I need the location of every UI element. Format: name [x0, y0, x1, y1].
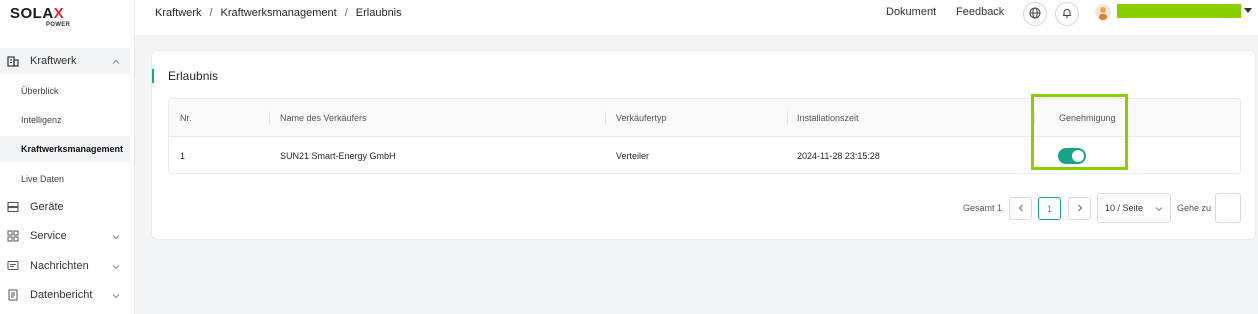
- cell-seller-type: Verteiler: [616, 150, 650, 161]
- sidebar-item-datenbericht[interactable]: Datenbericht: [0, 282, 130, 308]
- cell-seller-name: SUN21 Smart-Energy GmbH: [280, 150, 396, 161]
- goto-page-input[interactable]: [1215, 193, 1241, 223]
- chevron-down-icon: [112, 262, 120, 270]
- grid-icon: [7, 230, 19, 242]
- column-divider: [605, 111, 606, 125]
- chevron-down-icon: [1155, 205, 1163, 215]
- toggle-knob: [1072, 149, 1084, 162]
- pagination-page-1[interactable]: 1: [1038, 197, 1061, 220]
- card-title: Erlaubnis: [152, 69, 218, 83]
- breadcrumb-item[interactable]: Kraftwerksmanagement: [221, 7, 337, 19]
- globe-icon: [1029, 7, 1041, 22]
- feedback-link[interactable]: Feedback: [956, 6, 1004, 18]
- sidebar-item-geraete[interactable]: Geräte: [0, 194, 130, 220]
- chevron-down-icon: [112, 232, 120, 240]
- logo-x: X: [53, 5, 65, 22]
- sidebar-subitem-label: Kraftwerksmanagement: [21, 144, 124, 154]
- pagination-next-button[interactable]: [1068, 197, 1091, 220]
- breadcrumb-separator: /: [209, 7, 213, 19]
- column-header-approval: Genehmigung: [1059, 113, 1116, 123]
- pagination-prev-button[interactable]: [1009, 197, 1032, 220]
- column-divider: [1034, 111, 1035, 125]
- breadcrumb-item[interactable]: Kraftwerk: [155, 7, 201, 19]
- cell-nr: 1: [180, 150, 186, 161]
- sidebar-subitem-intelligenz[interactable]: Intelligenz: [0, 107, 130, 133]
- building-icon: [7, 55, 19, 67]
- chevron-down-icon: [112, 291, 120, 299]
- breadcrumb-current: Erlaubnis: [355, 7, 402, 19]
- avatar[interactable]: [1095, 4, 1111, 20]
- page-size-value: 10 / Seite: [1105, 203, 1144, 213]
- column-divider: [269, 111, 270, 125]
- breadcrumb-separator: /: [344, 7, 348, 19]
- sidebar-subitem-label: Intelligenz: [21, 115, 62, 125]
- page-title: Erlaubnis: [168, 69, 219, 83]
- message-icon: [7, 260, 19, 272]
- chevron-right-icon: [1076, 204, 1084, 214]
- column-header-name: Name des Verkäufers: [280, 113, 367, 123]
- sidebar: SOLAX POWER Kraftwerk Überblick Intellig…: [0, 0, 135, 314]
- sidebar-item-label: Service: [30, 230, 67, 242]
- chevron-left-icon: [1017, 204, 1025, 214]
- bell-icon: [1061, 7, 1073, 22]
- cell-install-time: 2024-11-28 23:15:28: [797, 150, 880, 161]
- sidebar-item-label: Datenbericht: [30, 289, 93, 301]
- sidebar-item-kraftwerk[interactable]: Kraftwerk: [0, 48, 130, 74]
- table-header: Nr. Name des Verkäufers Verkäufertyp Ins…: [169, 99, 1240, 137]
- sidebar-subitem-ueberblick[interactable]: Überblick: [0, 78, 130, 104]
- page-size-select[interactable]: 10 / Seite: [1097, 193, 1171, 223]
- logo-subtitle: POWER: [46, 22, 71, 28]
- column-divider: [787, 111, 788, 125]
- sidebar-item-nachrichten[interactable]: Nachrichten: [0, 253, 130, 279]
- column-header-time: Installationszeit: [797, 113, 859, 123]
- cell-approval: [1058, 137, 1086, 173]
- solax-logo[interactable]: SOLAX POWER: [10, 6, 90, 32]
- approval-toggle[interactable]: [1058, 147, 1086, 164]
- chevron-up-icon: [112, 57, 120, 65]
- goto-label: Gehe zu: [1177, 203, 1212, 213]
- sidebar-item-label: Geräte: [30, 201, 64, 213]
- sidebar-subitem-label: Live Daten: [21, 174, 65, 184]
- notifications-button[interactable]: [1055, 2, 1079, 26]
- logo-text: SOLA: [10, 5, 54, 22]
- sidebar-item-service[interactable]: Service: [0, 223, 130, 249]
- report-icon: [7, 289, 19, 301]
- username-redacted[interactable]: [1117, 4, 1241, 18]
- column-header-nr: Nr.: [180, 113, 192, 123]
- pagination-total: Gesamt 1: [963, 203, 1003, 213]
- sidebar-subitem-live-daten[interactable]: Live Daten: [0, 166, 130, 192]
- language-button[interactable]: [1023, 2, 1047, 26]
- caret-down-icon[interactable]: [1244, 8, 1252, 13]
- sidebar-item-label: Nachrichten: [30, 260, 89, 272]
- sidebar-item-label: Kraftwerk: [30, 55, 77, 67]
- server-icon: [7, 201, 19, 213]
- permission-table: Nr. Name des Verkäufers Verkäufertyp Ins…: [168, 98, 1241, 174]
- sidebar-subitem-kraftwerksmanagement[interactable]: Kraftwerksmanagement: [0, 136, 130, 162]
- sidebar-subitem-label: Überblick: [21, 86, 59, 96]
- column-header-type: Verkäufertyp: [616, 113, 667, 123]
- top-header: Kraftwerk / Kraftwerksmanagement / Erlau…: [135, 0, 1258, 36]
- permission-card: Erlaubnis Nr. Name des Verkäufers Verkäu…: [151, 50, 1256, 240]
- breadcrumb: Kraftwerk / Kraftwerksmanagement / Erlau…: [155, 0, 402, 26]
- document-link[interactable]: Dokument: [886, 6, 936, 18]
- title-accent-bar: [152, 69, 154, 83]
